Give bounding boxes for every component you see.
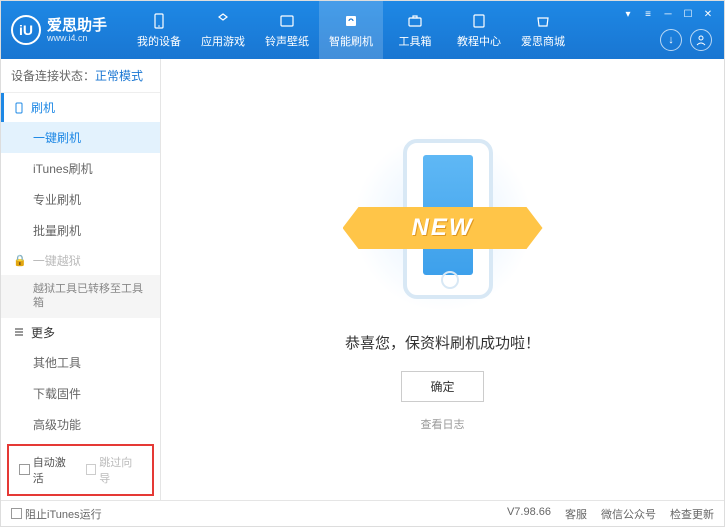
checkbox-icon: [19, 464, 30, 475]
sidebar-section-jailbreak: 🔒 一键越狱: [1, 246, 160, 275]
menu-icon[interactable]: ▾: [620, 7, 636, 21]
link-update[interactable]: 检查更新: [670, 506, 714, 522]
app-icon: [214, 12, 232, 30]
sidebar-item-batch[interactable]: 批量刷机: [1, 215, 160, 246]
close-icon[interactable]: ✕: [700, 7, 716, 21]
sidebar-item-itunes[interactable]: iTunes刷机: [1, 153, 160, 184]
download-icon[interactable]: ↓: [660, 29, 682, 51]
version-label: V7.98.66: [507, 506, 551, 522]
success-message: 恭喜您，保资料刷机成功啦！: [345, 332, 540, 353]
status-bar: 阻止iTunes运行 V7.98.66 客服 微信公众号 检查更新: [1, 500, 724, 526]
success-illustration: NEW: [333, 127, 553, 317]
list-icon: [13, 326, 25, 338]
sidebar-item-advanced[interactable]: 高级功能: [1, 409, 160, 440]
checkbox-block-itunes[interactable]: 阻止iTunes运行: [11, 506, 102, 522]
nav-store[interactable]: 爱思商城: [511, 1, 575, 59]
checkbox-auto-activate[interactable]: 自动激活: [19, 454, 76, 486]
logo[interactable]: iU 爱思助手 www.i4.cn: [11, 15, 107, 45]
header-actions: ↓: [660, 29, 712, 51]
sidebar-item-other[interactable]: 其他工具: [1, 347, 160, 378]
sidebar-section-flash[interactable]: 刷机: [1, 93, 160, 122]
link-wechat[interactable]: 微信公众号: [601, 506, 656, 522]
checkbox-icon: [86, 464, 97, 475]
sidebar-item-oneclick[interactable]: 一键刷机: [1, 122, 160, 153]
lock-icon: 🔒: [13, 254, 27, 267]
sidebar-section-more[interactable]: 更多: [1, 318, 160, 347]
nav-tutorial[interactable]: 教程中心: [447, 1, 511, 59]
nav-my-device[interactable]: 我的设备: [127, 1, 191, 59]
checkbox-icon: [11, 508, 22, 519]
settings-icon[interactable]: ≡: [640, 7, 656, 21]
image-icon: [278, 12, 296, 30]
phone-icon: [150, 12, 168, 30]
refresh-icon: [342, 12, 360, 30]
main-content: NEW 恭喜您，保资料刷机成功啦！ 确定 查看日志: [161, 59, 724, 500]
sidebar-item-pro[interactable]: 专业刷机: [1, 184, 160, 215]
sidebar: 设备连接状态：正常模式 刷机 一键刷机 iTunes刷机 专业刷机 批量刷机 🔒…: [1, 59, 161, 500]
checkbox-skip-guide[interactable]: 跳过向导: [86, 454, 143, 486]
sidebar-item-firmware[interactable]: 下载固件: [1, 378, 160, 409]
top-nav: 我的设备 应用游戏 铃声壁纸 智能刷机 工具箱 教程中心: [127, 1, 575, 59]
app-header: iU 爱思助手 www.i4.cn 我的设备 应用游戏 铃声壁纸 智能刷机: [1, 1, 724, 59]
view-log-link[interactable]: 查看日志: [421, 416, 465, 432]
minimize-icon[interactable]: ─: [660, 7, 676, 21]
phone-small-icon: [13, 102, 25, 114]
user-icon[interactable]: [690, 29, 712, 51]
store-icon: [534, 12, 552, 30]
nav-apps[interactable]: 应用游戏: [191, 1, 255, 59]
toolbox-icon: [406, 12, 424, 30]
logo-url: www.i4.cn: [47, 33, 107, 43]
nav-flash[interactable]: 智能刷机: [319, 1, 383, 59]
link-support[interactable]: 客服: [565, 506, 587, 522]
options-highlight-box: 自动激活 跳过向导: [7, 444, 154, 496]
sidebar-jailbreak-note: 越狱工具已转移至工具箱: [1, 275, 160, 318]
connection-status: 设备连接状态：正常模式: [1, 59, 160, 93]
new-ribbon: NEW: [343, 207, 543, 249]
window-controls: ▾ ≡ ─ ☐ ✕: [620, 7, 716, 21]
book-icon: [470, 12, 488, 30]
logo-icon: iU: [11, 15, 41, 45]
maximize-icon[interactable]: ☐: [680, 7, 696, 21]
nav-toolbox[interactable]: 工具箱: [383, 1, 447, 59]
logo-text: 爱思助手: [47, 18, 107, 33]
ok-button[interactable]: 确定: [401, 371, 483, 402]
nav-ringtone[interactable]: 铃声壁纸: [255, 1, 319, 59]
